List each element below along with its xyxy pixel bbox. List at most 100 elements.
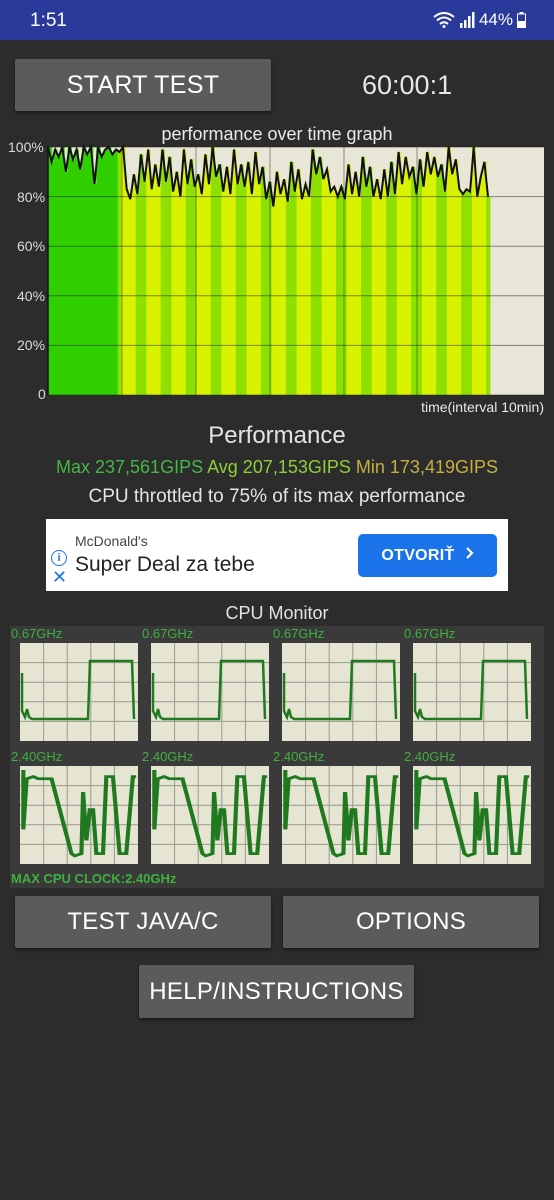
performance-bar xyxy=(149,189,155,395)
max-cpu-clock: MAX CPU CLOCK:2.40GHz xyxy=(11,871,177,886)
wifi-icon xyxy=(433,12,455,28)
performance-bar xyxy=(407,176,412,395)
performance-bar xyxy=(253,151,258,395)
ad-brand: McDonald's xyxy=(75,533,148,549)
performance-bar xyxy=(296,169,301,395)
performance-bar xyxy=(303,184,308,395)
cpu-core-frequency: 0.67GHz xyxy=(404,626,456,641)
options-button[interactable]: OPTIONS xyxy=(283,896,539,948)
performance-bar xyxy=(107,147,112,395)
performance-bar xyxy=(346,164,351,395)
ad-banner[interactable]: i ✕ McDonald's Super Deal za tebe OTVORI… xyxy=(46,519,508,591)
performance-bar xyxy=(260,166,266,395)
cpu-core-6: 2.40GHz xyxy=(272,749,403,872)
performance-bar xyxy=(114,149,119,395)
performance-bar xyxy=(74,149,80,395)
status-bar: 1:51 44% xyxy=(0,0,554,40)
status-icons: 44% xyxy=(433,10,526,30)
help-instructions-button[interactable]: HELP/INSTRUCTIONS xyxy=(139,965,414,1018)
performance-bar xyxy=(318,156,323,395)
performance-bar xyxy=(275,171,280,395)
performance-bar xyxy=(418,159,423,395)
performance-bar xyxy=(167,156,173,395)
info-icon[interactable]: i xyxy=(51,550,67,566)
performance-bar xyxy=(382,169,387,395)
performance-bar xyxy=(67,147,72,395)
performance-bar xyxy=(128,199,133,395)
performance-bar xyxy=(446,147,452,395)
performance-bar xyxy=(96,147,101,395)
close-icon[interactable]: ✕ xyxy=(52,568,67,586)
y-tick-40: 40% xyxy=(17,288,46,304)
performance-bar xyxy=(228,194,233,395)
performance-bar xyxy=(264,199,269,395)
cpu-core-0: 0.67GHz xyxy=(10,626,141,749)
performance-bar xyxy=(200,194,205,395)
cpu-core-frequency: 2.40GHz xyxy=(11,749,63,764)
throttle-text: CPU throttled to 75% of its max performa… xyxy=(88,486,466,507)
performance-bar xyxy=(432,156,437,395)
performance-bar xyxy=(64,171,69,395)
performance-bar xyxy=(210,147,215,395)
cpu-core-graph xyxy=(413,766,531,864)
performance-bar xyxy=(196,174,201,395)
performance-bar xyxy=(443,191,448,395)
performance-bar xyxy=(99,156,105,395)
cpu-core-graph xyxy=(151,766,269,864)
cpu-core-frequency: 2.40GHz xyxy=(273,749,325,764)
performance-bar xyxy=(189,159,194,395)
cpu-core-7: 2.40GHz xyxy=(403,749,534,872)
performance-bar xyxy=(293,191,298,395)
cpu-core-graph xyxy=(20,766,138,864)
chevron-right-icon xyxy=(465,546,474,565)
performance-bar xyxy=(110,154,115,395)
performance-bar xyxy=(361,156,366,395)
ad-open-label: OTVORIŤ xyxy=(381,546,455,564)
performance-bar xyxy=(375,179,380,395)
x-axis-label: time(interval 10min) xyxy=(421,399,544,415)
performance-bar xyxy=(278,194,283,395)
performance-bar xyxy=(436,176,441,395)
ad-open-button[interactable]: OTVORIŤ xyxy=(358,534,497,577)
performance-bar xyxy=(89,147,94,395)
performance-bar xyxy=(103,149,108,395)
performance-bar xyxy=(174,171,180,395)
cpu-core-frequency: 2.40GHz xyxy=(142,749,194,764)
performance-graph xyxy=(42,143,544,396)
performance-bar xyxy=(56,156,62,395)
cpu-core-4: 2.40GHz xyxy=(10,749,141,872)
performance-heading: Performance xyxy=(208,422,346,449)
signal-icon xyxy=(459,12,475,28)
test-java-c-button[interactable]: TEST JAVA/C xyxy=(15,896,271,948)
performance-bar xyxy=(81,147,87,395)
performance-bar xyxy=(396,151,401,395)
performance-bar xyxy=(92,184,97,395)
cpu-monitor-title: CPU Monitor xyxy=(225,603,329,623)
cpu-core-2: 0.67GHz xyxy=(272,626,403,749)
graph-title: performance over time graph xyxy=(161,124,393,144)
performance-bar xyxy=(332,186,337,395)
performance-bar xyxy=(454,159,459,395)
cpu-core-graph xyxy=(282,766,400,864)
performance-bar xyxy=(157,186,162,395)
performance-bar xyxy=(235,184,240,395)
performance-bar xyxy=(60,147,65,395)
cpu-core-frequency: 0.67GHz xyxy=(273,626,325,641)
performance-bar xyxy=(153,164,158,395)
cpu-core-3: 0.67GHz xyxy=(403,626,534,749)
performance-bar xyxy=(257,184,262,395)
avg-gips: Avg 207,153GIPS xyxy=(207,457,351,477)
y-tick-20: 20% xyxy=(17,337,46,353)
performance-bar xyxy=(321,179,326,395)
start-test-button[interactable]: START TEST xyxy=(15,59,271,111)
performance-bar xyxy=(393,194,398,395)
performance-bar xyxy=(132,174,137,395)
performance-bar xyxy=(421,186,426,395)
performance-bar xyxy=(221,191,226,395)
performance-bar xyxy=(250,194,255,395)
y-tick-80: 80% xyxy=(17,189,46,205)
cpu-core-1: 0.67GHz xyxy=(141,626,272,749)
performance-bar xyxy=(350,194,355,395)
performance-bar xyxy=(182,149,187,395)
ad-headline: Super Deal za tebe xyxy=(75,553,255,576)
